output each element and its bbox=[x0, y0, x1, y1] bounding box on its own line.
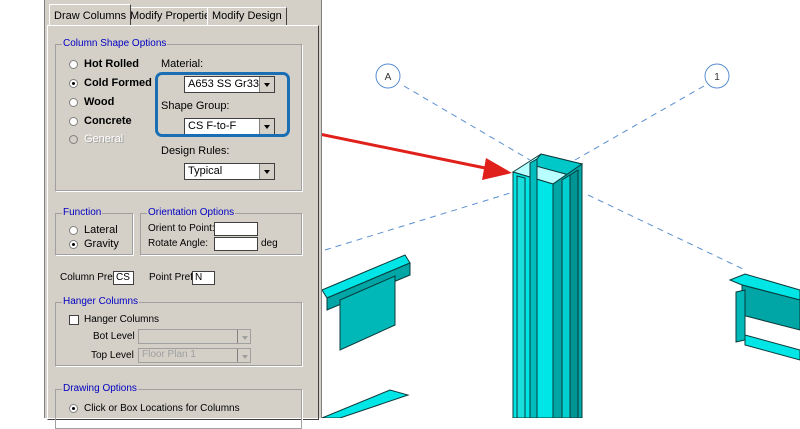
grid-bubble-1[interactable]: 1 bbox=[704, 63, 730, 89]
rotate-angle-input[interactable] bbox=[214, 237, 258, 251]
radio-wood[interactable]: Wood bbox=[69, 96, 114, 108]
radio-cold-formed-label: Cold Formed bbox=[84, 77, 152, 89]
radio-hot-rolled[interactable]: Hot Rolled bbox=[69, 58, 139, 70]
orient-to-point-label: Orient to Point: bbox=[148, 223, 215, 234]
radio-circle bbox=[69, 116, 78, 126]
pointer-arrow bbox=[289, 126, 512, 180]
radio-lateral-label: Lateral bbox=[84, 224, 118, 236]
grid-bubble-a[interactable]: A bbox=[375, 63, 401, 89]
rotate-angle-unit: deg bbox=[261, 238, 278, 249]
orient-to-point-input[interactable] bbox=[214, 222, 258, 236]
top-level-value: Floor Plan 1 bbox=[142, 349, 196, 360]
radio-circle-selected bbox=[69, 78, 78, 88]
radio-circle bbox=[69, 97, 78, 107]
radio-click-or-box-locations-label: Click or Box Locations for Columns bbox=[84, 403, 240, 414]
orientation-options-legend: Orientation Options bbox=[147, 207, 236, 218]
grid-line-1 bbox=[574, 85, 705, 161]
chevron-down-icon[interactable] bbox=[237, 330, 250, 343]
design-rules-value: Typical bbox=[188, 165, 223, 177]
tab-modify-design[interactable]: Modify Design bbox=[207, 7, 287, 25]
radio-circle-disabled bbox=[69, 134, 78, 144]
grid-bubble-a-label: A bbox=[385, 72, 392, 83]
bot-level-select[interactable] bbox=[138, 329, 251, 344]
radio-circle-selected bbox=[69, 239, 78, 249]
grid-bubble-1-label: 1 bbox=[714, 72, 720, 83]
radio-circle bbox=[69, 59, 78, 69]
radio-circle bbox=[69, 225, 78, 235]
shape-group-highlight bbox=[155, 72, 290, 137]
radio-gravity-label: Gravity bbox=[84, 238, 119, 250]
rotate-angle-label: Rotate Angle: bbox=[148, 238, 209, 249]
radio-hot-rolled-label: Hot Rolled bbox=[84, 58, 139, 70]
cold-formed-column[interactable] bbox=[511, 153, 584, 418]
radio-concrete[interactable]: Concrete bbox=[69, 115, 132, 127]
radio-click-or-box-locations[interactable]: Click or Box Locations for Columns bbox=[69, 403, 240, 414]
grid-line-a-extension bbox=[324, 189, 521, 251]
radio-general-label: General bbox=[84, 133, 124, 145]
grid-line-a bbox=[403, 85, 531, 161]
drawing-options-legend: Drawing Options bbox=[62, 383, 138, 394]
checkbox-box bbox=[69, 314, 79, 325]
radio-concrete-label: Concrete bbox=[84, 115, 132, 127]
chevron-down-icon[interactable] bbox=[237, 349, 250, 362]
hanger-columns-legend: Hanger Columns bbox=[62, 296, 140, 307]
radio-general: General bbox=[69, 133, 123, 145]
hanger-columns-checkbox[interactable]: Hanger Columns bbox=[69, 314, 159, 325]
draw-columns-panel: Draw Columns Modify Properties Modify De… bbox=[44, 0, 322, 429]
column-shape-options-legend: Column Shape Options bbox=[62, 38, 168, 49]
hanger-columns-checkbox-label: Hanger Columns bbox=[84, 314, 160, 325]
radio-gravity[interactable]: Gravity bbox=[69, 238, 119, 250]
column-prefix-input[interactable]: CS bbox=[113, 271, 134, 285]
material-label: Material: bbox=[161, 58, 204, 70]
function-legend: Function bbox=[62, 207, 103, 218]
left-beam[interactable] bbox=[321, 254, 411, 418]
top-level-select[interactable]: Floor Plan 1 bbox=[138, 348, 251, 363]
radio-wood-label: Wood bbox=[84, 96, 115, 108]
bot-level-label: Bot Level bbox=[93, 331, 135, 342]
chevron-down-icon[interactable] bbox=[259, 164, 274, 179]
point-prefix-input[interactable]: N bbox=[192, 271, 215, 285]
right-beam[interactable] bbox=[728, 273, 800, 361]
design-rules-label: Design Rules: bbox=[161, 145, 230, 157]
radio-circle-selected bbox=[69, 404, 78, 413]
top-level-label: Top Level bbox=[91, 350, 134, 361]
radio-lateral[interactable]: Lateral bbox=[69, 224, 118, 236]
design-rules-select[interactable]: Typical bbox=[184, 163, 275, 180]
tab-draw-columns[interactable]: Draw Columns bbox=[49, 4, 132, 25]
grid-line-1-extension bbox=[587, 194, 746, 271]
radio-cold-formed[interactable]: Cold Formed bbox=[69, 77, 152, 89]
